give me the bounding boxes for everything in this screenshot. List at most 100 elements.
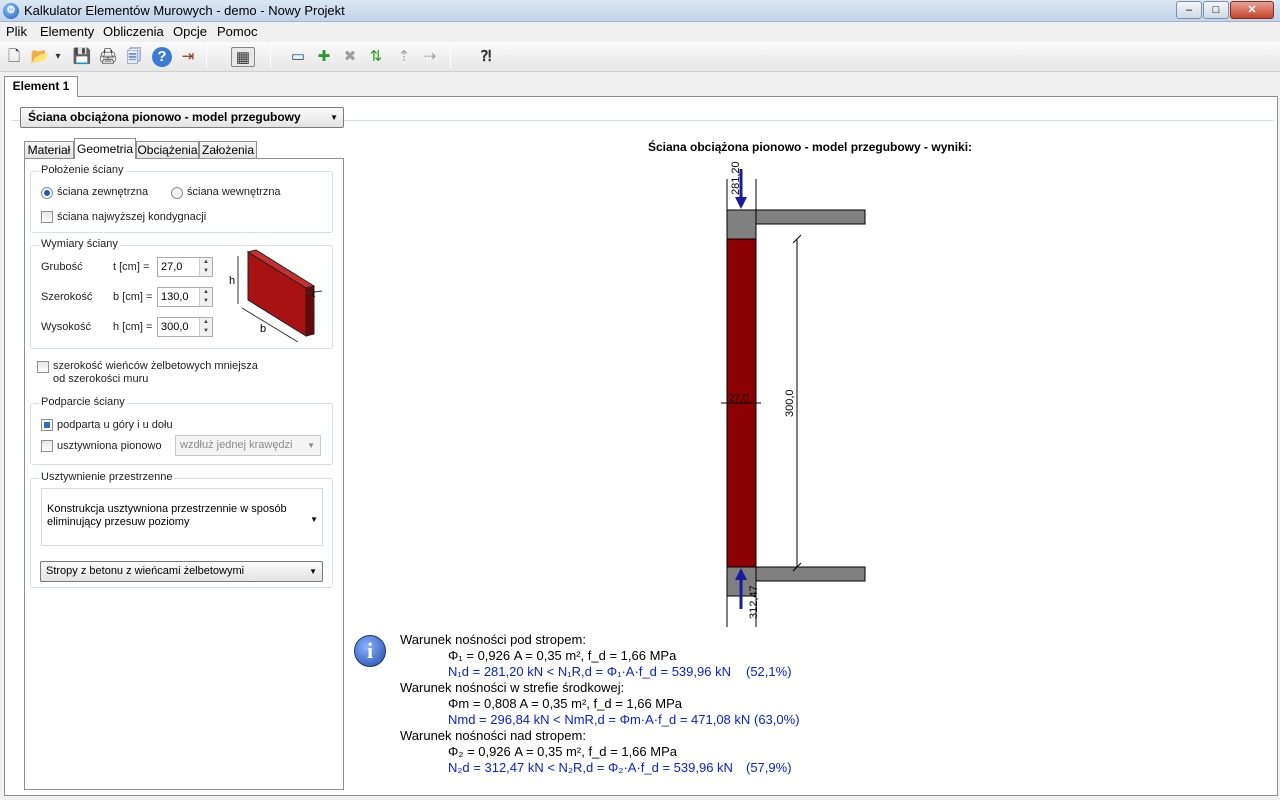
delete-element-icon[interactable]: ✖ xyxy=(340,47,360,67)
toolbar-separator xyxy=(206,46,207,68)
top-storey-label: ściana najwyższej kondygnacji xyxy=(57,211,207,223)
title-bar: ⚙ Kalkulator Elementów Murowych - demo -… xyxy=(0,0,1280,22)
stiffening-description-select[interactable]: Konstrukcja usztywniona przestrzennie w … xyxy=(41,488,323,546)
tab-zalozenia[interactable]: Założenia xyxy=(199,141,257,159)
width-symbol: b [cm] = xyxy=(113,291,153,303)
maximize-button[interactable]: □ xyxy=(1203,1,1229,19)
status-strip xyxy=(0,796,1280,800)
top-storey-checkbox[interactable] xyxy=(41,211,53,223)
thickness-label: Grubość xyxy=(41,261,83,273)
menu-opcje[interactable]: Opcje xyxy=(173,24,207,39)
bottom-slab xyxy=(755,566,866,582)
result-head-2: Warunek nośności w strefie środkowej: xyxy=(400,680,625,695)
open-folder-icon[interactable]: 📂 xyxy=(30,47,50,67)
info-icon: i xyxy=(354,635,386,667)
element-type-select[interactable]: Ściana obciążona pionowo - model przegub… xyxy=(20,107,344,128)
move-element-icon[interactable]: ⇅ xyxy=(366,47,386,67)
menu-pomoc[interactable]: Pomoc xyxy=(217,24,257,39)
calculator-icon[interactable]: ▦ xyxy=(231,47,255,67)
result-percent-3: (57,9%) xyxy=(746,760,792,775)
element-window-icon[interactable]: ▭ xyxy=(288,47,308,67)
spin-up-icon[interactable]: ▲ xyxy=(199,258,212,267)
radio-internal-label: ściana wewnętrzna xyxy=(187,186,281,198)
move-up-icon[interactable]: ⇡ xyxy=(394,47,414,67)
vertical-stiffening-value: wzdłuż jednej krawędzi xyxy=(180,439,293,451)
bottom-load-value: 312,47 xyxy=(748,585,760,619)
spin-down-icon[interactable]: ▼ xyxy=(199,267,212,276)
wall-dimension-diagram: h t b xyxy=(229,249,323,342)
new-file-icon[interactable]: 🗋 xyxy=(4,47,24,67)
vertical-stiffening-label: usztywniona pionowo xyxy=(57,440,162,452)
thickness-symbol: t [cm] = xyxy=(113,261,150,273)
element-type-value: Ściana obciążona pionowo - model przegub… xyxy=(28,110,301,124)
tab-material[interactable]: Materiał xyxy=(24,141,74,159)
context-help-icon[interactable]: ⁈ xyxy=(476,47,496,67)
support-top-bottom-checkbox[interactable] xyxy=(41,419,53,431)
width-value: 130,0 xyxy=(161,291,189,303)
thickness-dimension: 27,0 xyxy=(729,393,749,404)
floor-type-value: Stropy z betonu z wieńcami żelbetowymi xyxy=(46,565,245,577)
ring-beam-checkbox[interactable] xyxy=(37,361,49,373)
menu-bar: Plik Elementy Obliczenia Opcje Pomoc xyxy=(0,22,1280,42)
spin-down-icon[interactable]: ▼ xyxy=(199,297,212,306)
menu-elementy[interactable]: Elementy xyxy=(40,24,94,39)
height-value: 300,0 xyxy=(161,321,189,333)
print-icon[interactable]: 🖨 xyxy=(98,47,118,67)
thickness-value: 27,0 xyxy=(161,261,183,273)
menu-obliczenia[interactable]: Obliczenia xyxy=(103,24,164,39)
dropdown-arrow-icon[interactable]: ▾ xyxy=(52,47,64,67)
vertical-stiffening-select[interactable]: wzdłuż jednej krawędzi ▼ xyxy=(175,435,321,456)
vertical-stiffening-checkbox[interactable] xyxy=(41,440,53,452)
window-title: Kalkulator Elementów Murowych - demo - N… xyxy=(24,3,345,18)
support-top-bottom-label: podparta u góry i u dołu xyxy=(57,419,173,431)
move-right-icon[interactable]: ⇢ xyxy=(420,47,440,67)
app-logo-icon: ⚙ xyxy=(3,3,19,19)
exit-icon[interactable]: ⇥ xyxy=(178,47,198,67)
radio-external-label: ściana zewnętrzna xyxy=(57,186,149,198)
wall-position-group: Położenie ściany xyxy=(30,164,333,233)
thickness-input[interactable]: 27,0 ▲ ▼ xyxy=(157,257,213,277)
export-icon[interactable]: 🗐 xyxy=(124,47,144,67)
result-head-3: Warunek nośności nad stropem: xyxy=(400,728,586,743)
tab-obciazenia[interactable]: Obciążenia xyxy=(136,141,199,159)
add-element-icon[interactable]: ✚ xyxy=(314,47,334,67)
height-input[interactable]: 300,0 ▲ ▼ xyxy=(157,317,213,337)
tab-geometria[interactable]: Geometria xyxy=(74,138,136,159)
help-icon[interactable]: ? xyxy=(152,47,172,67)
top-load-value: 281,20 xyxy=(730,161,742,195)
group-title: Położenie ściany xyxy=(39,164,126,176)
result-check-1: N₁d = 281,20 kN < N₁R,d = Φ₁·A·f_d = 539… xyxy=(448,664,792,679)
height-label: Wysokość xyxy=(41,321,92,333)
menu-plik[interactable]: Plik xyxy=(6,24,27,39)
width-input[interactable]: 130,0 ▲ ▼ xyxy=(157,287,213,307)
result-calc-2: Φm = 0,808 A = 0,35 m², f_d = 1,66 MPa xyxy=(448,696,683,711)
top-slab xyxy=(755,209,866,225)
floor-type-select[interactable]: Stropy z betonu z wieńcami żelbetowymi ▼ xyxy=(40,561,323,582)
result-check-3: N₂d = 312,47 kN < N₂R,d = Φ₂·A·f_d = 539… xyxy=(448,760,792,775)
stiffening-description-line2: eliminujący przesuw poziomy xyxy=(47,516,190,528)
height-symbol: h [cm] = xyxy=(113,321,153,333)
spin-down-icon[interactable]: ▼ xyxy=(199,327,212,336)
width-label: Szerokość xyxy=(41,291,93,303)
chevron-down-icon: ▼ xyxy=(310,515,318,524)
result-percent-1: (52,1%) xyxy=(746,664,792,679)
results-panel: i Warunek nośności pod stropem: Φ₁ = 0,9… xyxy=(354,632,914,782)
chevron-down-icon: ▼ xyxy=(330,113,338,122)
spin-up-icon[interactable]: ▲ xyxy=(199,288,212,297)
radio-internal-wall[interactable] xyxy=(171,187,183,199)
radio-external-wall[interactable] xyxy=(41,187,53,199)
result-calc-3: Φ₂ = 0,926 A = 0,35 m², f_d = 1,66 MPa xyxy=(448,744,677,759)
tab-element-1[interactable]: Element 1 xyxy=(4,76,78,97)
spin-up-icon[interactable]: ▲ xyxy=(199,318,212,327)
group-title: Usztywnienie przestrzenne xyxy=(39,471,175,483)
minimize-button[interactable]: – xyxy=(1176,1,1202,19)
ring-beam-label-line2: od szerokości muru xyxy=(53,373,149,385)
result-percent-2: (63,0%) xyxy=(754,712,800,727)
results-title: Ściana obciążona pionowo - model przegub… xyxy=(648,140,973,154)
group-title: Podparcie ściany xyxy=(39,396,127,408)
result-head-1: Warunek nośności pod stropem: xyxy=(400,632,586,647)
save-icon[interactable]: 💾 xyxy=(72,47,92,67)
top-support-block xyxy=(726,209,757,240)
close-button[interactable]: ✕ xyxy=(1230,1,1274,19)
chevron-down-icon: ▼ xyxy=(307,441,315,450)
